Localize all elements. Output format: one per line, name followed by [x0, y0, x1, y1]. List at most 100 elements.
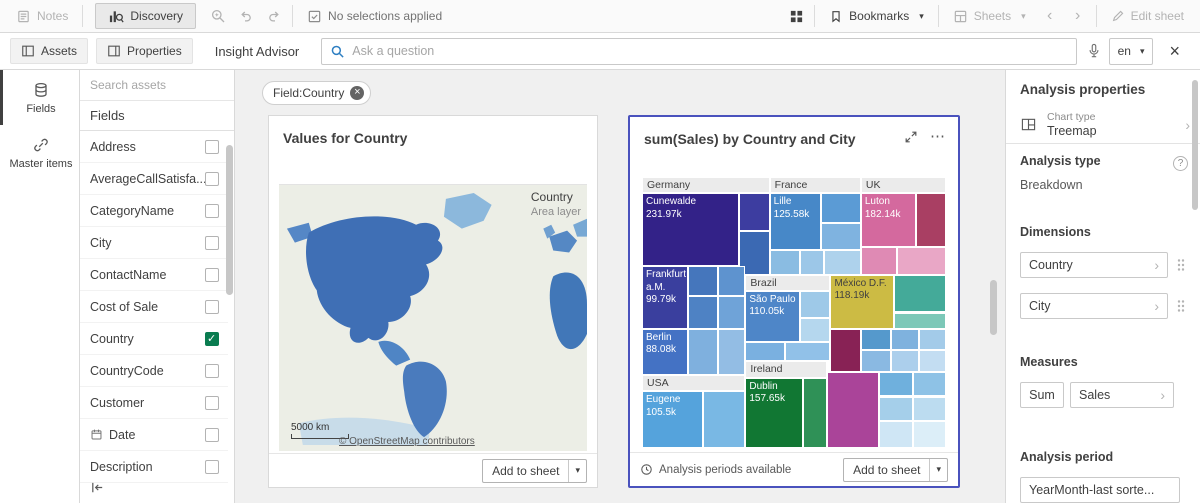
treemap-block[interactable]: [894, 313, 946, 329]
microphone-icon[interactable]: [1087, 43, 1101, 59]
treemap-block[interactable]: [891, 350, 918, 372]
treemap-block[interactable]: [919, 329, 946, 351]
remove-filter-icon[interactable]: ×: [350, 86, 364, 100]
close-icon[interactable]: ×: [1169, 42, 1180, 60]
treemap-block[interactable]: [745, 342, 785, 361]
add-to-sheet-button[interactable]: Add to sheet ▾: [843, 458, 948, 482]
edit-sheet-button[interactable]: Edit sheet: [1101, 0, 1194, 32]
treemap-block[interactable]: [913, 397, 946, 421]
field-row[interactable]: AverageCallSatisfa...: [80, 163, 228, 195]
treemap-block[interactable]: [800, 291, 830, 318]
treemap-block[interactable]: [913, 421, 946, 448]
analysis-periods-note[interactable]: Analysis periods available: [640, 463, 791, 476]
filter-chip-field-country[interactable]: Field:Country ×: [262, 81, 371, 105]
field-row[interactable]: Description: [80, 451, 228, 483]
chevron-down-icon[interactable]: ▾: [929, 459, 947, 481]
treemap-block[interactable]: Lille125.58k: [770, 193, 822, 250]
dimension-country-button[interactable]: Country ›: [1020, 252, 1168, 278]
treemap-block[interactable]: [800, 250, 824, 274]
properties-toggle-button[interactable]: Properties: [96, 38, 193, 64]
treemap-block[interactable]: Luton182.14k: [861, 193, 916, 247]
more-options-icon[interactable]: ⋯: [930, 129, 946, 144]
treemap-chart-card[interactable]: sum(Sales) by Country and City ⋯ Germany…: [628, 115, 960, 488]
next-sheet-icon[interactable]: ›: [1064, 0, 1092, 32]
field-row[interactable]: City: [80, 227, 228, 259]
app-objects-icon[interactable]: [782, 0, 810, 32]
treemap-block[interactable]: [861, 247, 897, 274]
field-checkbox[interactable]: [205, 236, 219, 250]
treemap-block[interactable]: [861, 350, 891, 372]
language-select[interactable]: en ▾: [1109, 38, 1154, 65]
treemap-block[interactable]: [703, 391, 746, 448]
treemap-block[interactable]: [830, 329, 860, 372]
collapse-panel-icon[interactable]: [90, 480, 105, 495]
map[interactable]: [279, 184, 587, 451]
treemap-block[interactable]: [718, 266, 745, 296]
step-forward-icon[interactable]: [260, 0, 288, 32]
treemap-block[interactable]: [803, 378, 827, 448]
step-back-icon[interactable]: [232, 0, 260, 32]
treemap-block[interactable]: [718, 296, 745, 329]
treemap-block[interactable]: Berlin88.08k: [642, 329, 688, 375]
assets-search[interactable]: [80, 70, 234, 101]
treemap-block[interactable]: [919, 350, 946, 372]
field-checkbox[interactable]: [205, 364, 219, 378]
treemap-block[interactable]: [688, 266, 718, 296]
selections-status[interactable]: No selections applied: [297, 0, 452, 32]
smart-search-icon[interactable]: [204, 0, 232, 32]
field-checkbox[interactable]: [205, 332, 219, 346]
field-checkbox[interactable]: [205, 204, 219, 218]
treemap-block[interactable]: [688, 296, 718, 329]
measure-aggregation-button[interactable]: Sum: [1020, 382, 1064, 408]
drag-handle-icon[interactable]: [1176, 299, 1186, 313]
treemap-block[interactable]: [821, 223, 861, 250]
assets-toggle-button[interactable]: Assets: [10, 38, 88, 64]
field-row[interactable]: Country: [80, 323, 228, 355]
treemap-block[interactable]: [891, 329, 918, 351]
rail-tab-master-items[interactable]: Master items: [0, 125, 79, 180]
question-searchbox[interactable]: [321, 38, 1076, 65]
treemap-block[interactable]: [770, 250, 800, 274]
field-checkbox[interactable]: [205, 396, 219, 410]
map-attribution[interactable]: © OpenStreetMap contributors: [339, 436, 475, 447]
drag-handle-icon[interactable]: [1176, 258, 1186, 272]
bookmarks-button[interactable]: Bookmarks ▾: [819, 0, 934, 32]
prev-sheet-icon[interactable]: ‹: [1036, 0, 1064, 32]
treemap-block[interactable]: [688, 329, 718, 375]
dimension-city-button[interactable]: City ›: [1020, 293, 1168, 319]
sheets-button[interactable]: Sheets ▾: [943, 0, 1036, 32]
assets-search-input[interactable]: [90, 78, 224, 92]
treemap-block[interactable]: [861, 329, 891, 351]
field-row[interactable]: CountryCode: [80, 355, 228, 387]
field-checkbox[interactable]: [205, 460, 219, 474]
field-checkbox[interactable]: [205, 428, 219, 442]
notes-button[interactable]: Notes: [6, 0, 78, 32]
field-checkbox[interactable]: [205, 268, 219, 282]
add-to-sheet-button[interactable]: Add to sheet ▾: [482, 459, 587, 483]
field-checkbox[interactable]: [205, 300, 219, 314]
treemap-block[interactable]: [916, 193, 946, 247]
treemap-block[interactable]: México D.F.118.19k: [830, 275, 894, 329]
field-row[interactable]: Date: [80, 419, 228, 451]
treemap-block[interactable]: [739, 193, 769, 231]
treemap-block[interactable]: Frankfurt a.M.99.79k: [642, 266, 688, 328]
field-row[interactable]: CategoryName: [80, 195, 228, 227]
discovery-tab[interactable]: Discovery: [95, 3, 196, 29]
chart-type-row[interactable]: Chart type Treemap ›: [1006, 106, 1200, 144]
treemap-block[interactable]: [824, 250, 860, 274]
expand-icon[interactable]: [904, 130, 918, 144]
right-panel-scrollbar[interactable]: [1192, 80, 1198, 210]
treemap-block[interactable]: [785, 342, 831, 361]
analysis-period-button[interactable]: YearMonth-last sorte...: [1020, 477, 1180, 503]
rail-tab-fields[interactable]: Fields: [0, 70, 79, 125]
assets-scrollbar[interactable]: [226, 145, 233, 295]
treemap-block[interactable]: [879, 372, 912, 396]
treemap-block[interactable]: [827, 372, 879, 448]
treemap-block[interactable]: São Paulo110.05k: [745, 291, 800, 342]
question-input[interactable]: [352, 44, 1067, 58]
treemap-block[interactable]: Eugene105.5k: [642, 391, 703, 448]
field-checkbox[interactable]: [205, 172, 219, 186]
measure-field-button[interactable]: Sales ›: [1070, 382, 1174, 408]
treemap-block[interactable]: [897, 247, 946, 274]
map-chart-card[interactable]: Values for Country Country Area layer 50…: [268, 115, 598, 488]
